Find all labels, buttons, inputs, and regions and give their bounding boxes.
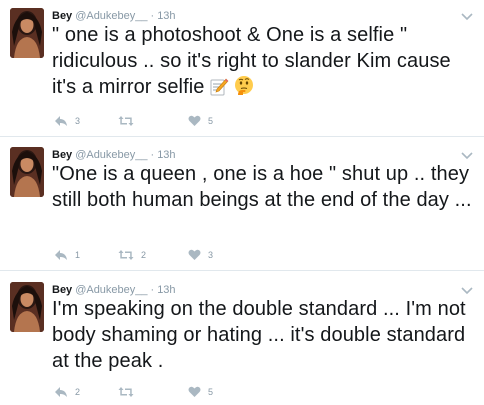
tweet-text: I'm speaking on the double standard ... … [52,296,472,374]
tweet-text: " one is a photoshoot & One is a selfie … [52,22,472,104]
separator-dot: · [150,284,155,296]
retweet-button[interactable] [118,113,141,129]
reply-count: 1 [75,250,81,260]
display-name[interactable]: Bey [52,10,72,22]
timestamp[interactable]: 13h [157,284,175,296]
heart-icon [188,386,201,398]
tweet-actions: 3 5 [54,113,354,129]
timestamp[interactable]: 13h [157,149,175,161]
avatar[interactable] [10,8,44,58]
tweet-text-content: "One is a queen , one is a hoe " shut up… [52,163,472,211]
reply-icon [54,386,68,398]
like-button[interactable]: 5 [188,113,213,129]
reply-icon [54,249,68,261]
timestamp[interactable]: 13h [157,10,175,22]
separator-dot: · [150,149,155,161]
retweet-icon [118,386,134,398]
like-count: 5 [208,387,214,397]
retweet-button[interactable] [118,384,141,400]
tweet[interactable]: Bey @Adukebey__ · 13h I'm speaking on the d… [0,282,484,402]
heart-icon [188,249,201,261]
username[interactable]: @Adukebey__ [75,149,147,161]
heart-icon [188,115,201,127]
reply-button[interactable]: 1 [54,247,80,263]
like-button[interactable]: 3 [188,247,213,263]
username[interactable]: @Adukebey__ [75,10,147,22]
reply-button[interactable]: 3 [54,113,80,129]
chevron-down-icon[interactable] [460,10,474,22]
tweet-divider [0,270,484,271]
display-name[interactable]: Bey [52,149,72,161]
like-count: 3 [208,250,214,260]
tweet-divider [0,136,484,137]
tweet-text: "One is a queen , one is a hoe " shut up… [52,161,472,213]
tweet-text-content: I'm speaking on the double standard ... … [52,298,466,372]
avatar[interactable] [10,147,44,197]
retweet-count: 2 [141,250,147,260]
reply-count: 2 [75,387,81,397]
reply-button[interactable]: 2 [54,384,80,400]
retweet-button[interactable]: 2 [118,247,146,263]
reply-icon [54,115,68,127]
tweet[interactable]: Bey @Adukebey__ · 13h "One is a queen , one… [0,147,484,265]
tweet[interactable]: Bey @Adukebey__ · 13h " one is a photoshoot… [0,8,484,132]
like-count: 5 [208,116,214,126]
retweet-icon [118,115,134,127]
thinking-face-emoji [233,75,255,104]
separator-dot: · [150,10,155,22]
like-button[interactable]: 5 [188,384,213,400]
display-name[interactable]: Bey [52,284,72,296]
avatar[interactable] [10,282,44,332]
username[interactable]: @Adukebey__ [75,284,147,296]
reply-count: 3 [75,116,81,126]
tweet-actions: 1 2 3 [54,247,354,263]
retweet-icon [118,249,134,261]
tweet-actions: 2 5 [54,384,354,400]
chevron-down-icon[interactable] [460,149,474,161]
memo-emoji [209,77,229,104]
chevron-down-icon[interactable] [460,284,474,296]
